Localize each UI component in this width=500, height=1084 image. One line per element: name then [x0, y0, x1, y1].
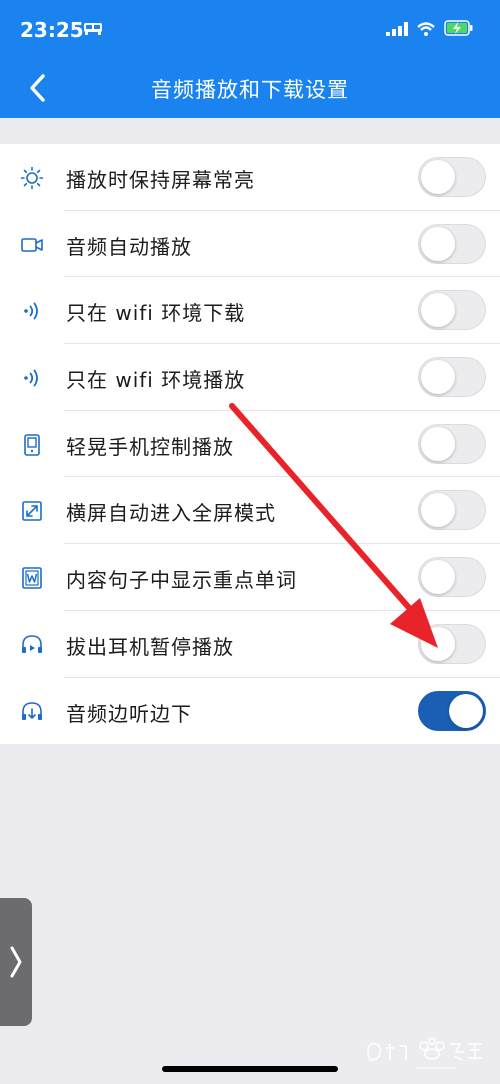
cellular-signal-icon: [386, 21, 408, 40]
setting-label: 音频自动播放: [66, 234, 192, 259]
page-title: 音频播放和下载设置: [151, 78, 349, 102]
side-drawer-handle[interactable]: [0, 898, 32, 1026]
signal-waves-icon: [20, 366, 44, 390]
wifi-download-toggle[interactable]: [418, 290, 486, 331]
setting-label: 播放时保持屏幕常亮: [66, 168, 255, 192]
highlight-words-toggle[interactable]: [418, 557, 486, 598]
setting-row-shake-control: 轻晃手机控制播放: [0, 411, 500, 478]
setting-row-landscape-fullscreen: 横屏自动进入全屏模式: [0, 477, 500, 544]
setting-row-keep-screen-on: 播放时保持屏幕常亮: [0, 144, 500, 211]
shake-control-toggle[interactable]: [418, 423, 486, 464]
expand-icon: [20, 499, 44, 523]
signal-waves-icon: [20, 299, 44, 323]
setting-row-unplug-pause: 拔出耳机暂停播放: [0, 611, 500, 678]
audio-autoplay-toggle[interactable]: [418, 223, 486, 264]
video-camera-icon: [20, 233, 44, 257]
setting-row-listen-and-download: 音频边听边下: [0, 678, 500, 745]
setting-row-wifi-download: 只在 wifi 环境下载: [0, 277, 500, 344]
app-header: 23:25 音频播放和下载设置: [0, 0, 500, 118]
status-time: 23:25: [20, 18, 84, 42]
setting-row-audio-autoplay: 音频自动播放: [0, 211, 500, 278]
headphone-play-icon: [20, 633, 44, 657]
wifi-play-toggle[interactable]: [418, 357, 486, 398]
setting-label: 横屏自动进入全屏模式: [66, 501, 276, 526]
settings-list: 播放时保持屏幕常亮 音频自动播放 只在 wifi 环境下载 只在 wifi 环境…: [0, 144, 500, 745]
battery-charging-icon: [444, 20, 474, 40]
word-card-icon: [20, 566, 44, 590]
chevron-right-icon: [10, 946, 22, 978]
setting-label: 拔出耳机暂停播放: [66, 634, 234, 659]
toggle-knob: [421, 560, 455, 595]
home-indicator[interactable]: [162, 1066, 338, 1072]
landscape-fullscreen-toggle[interactable]: [418, 490, 486, 531]
baidu-jingyan-watermark-icon: [366, 1037, 482, 1069]
setting-label: 轻晃手机控制播放: [66, 434, 234, 459]
phone-icon: [20, 433, 44, 457]
toggle-knob: [421, 293, 455, 328]
keep-screen-on-toggle[interactable]: [418, 157, 486, 197]
toggle-knob: [421, 160, 455, 194]
toggle-knob: [421, 226, 455, 261]
setting-label: 只在 wifi 环境播放: [66, 368, 246, 393]
toggle-knob: [421, 426, 455, 461]
status-indicators: [386, 20, 474, 40]
setting-label: 只在 wifi 环境下载: [66, 301, 246, 326]
wifi-icon: [417, 21, 435, 40]
setting-row-wifi-play: 只在 wifi 环境播放: [0, 344, 500, 411]
toggle-knob: [449, 693, 483, 728]
toggle-knob: [421, 626, 455, 661]
unplug-pause-toggle[interactable]: [418, 623, 486, 664]
brightness-icon: [20, 166, 44, 190]
setting-label: 音频边听边下: [66, 701, 192, 726]
toggle-knob: [421, 360, 455, 395]
setting-row-highlight-words: 内容句子中显示重点单词: [0, 544, 500, 611]
toggle-knob: [421, 493, 455, 528]
headphone-download-icon: [20, 700, 44, 724]
car-icon: [82, 20, 104, 40]
setting-label: 内容句子中显示重点单词: [66, 568, 297, 593]
listen-and-download-toggle[interactable]: [418, 690, 486, 731]
